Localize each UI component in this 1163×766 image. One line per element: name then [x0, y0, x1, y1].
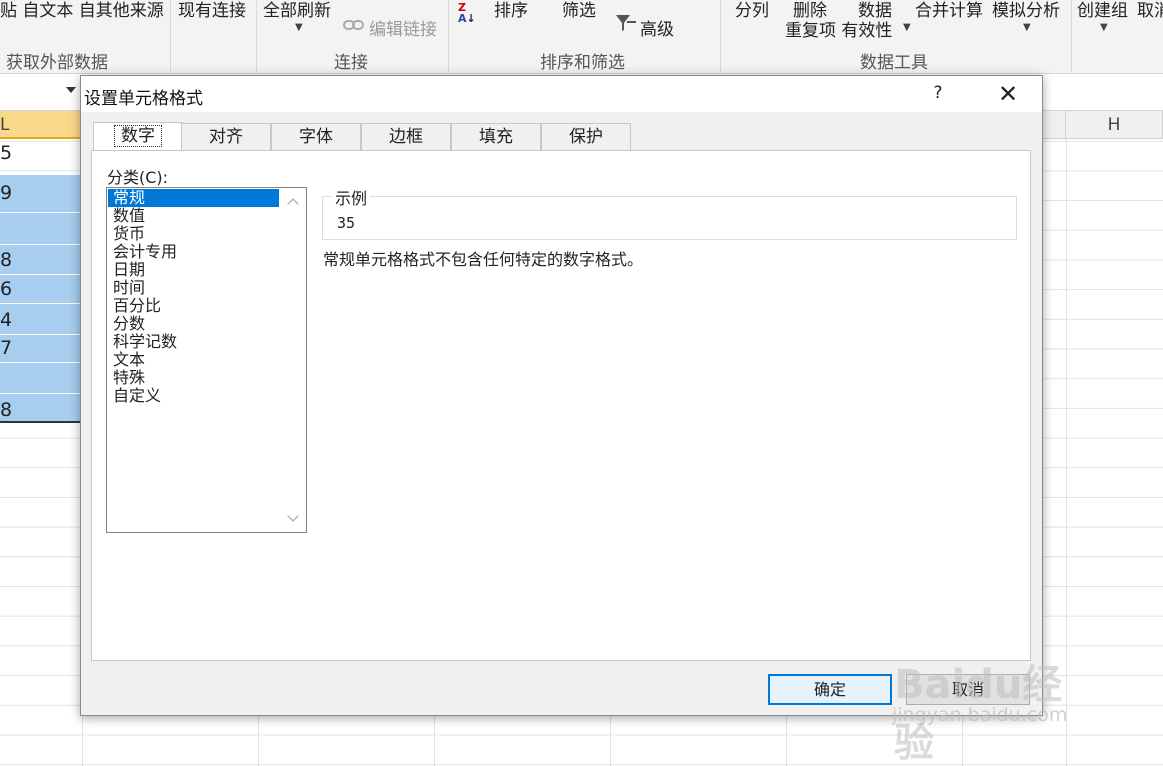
category-item-custom[interactable]: 自定义 — [108, 387, 279, 405]
category-description: 常规单元格格式不包含任何特定的数字格式。 — [323, 250, 644, 269]
grid-line — [962, 716, 963, 766]
column-header-h[interactable]: H — [1066, 111, 1163, 139]
category-item-general[interactable]: 常规 — [108, 189, 279, 207]
group-label: 连接 — [334, 53, 368, 73]
ok-button[interactable]: 确定 — [768, 674, 892, 705]
category-item-currency[interactable]: 货币 — [108, 225, 279, 243]
category-item-fraction[interactable]: 分数 — [108, 315, 279, 333]
ribbon-filter[interactable]: 筛选 — [562, 0, 596, 21]
ribbon-group[interactable]: 创建组 — [1077, 0, 1128, 21]
column-header-selected[interactable]: L — [0, 111, 82, 139]
grid-line — [434, 716, 435, 766]
close-button[interactable]: ✕ — [991, 80, 1025, 108]
ribbon-separator — [448, 0, 449, 72]
ribbon-refresh-all[interactable]: 全部刷新 — [263, 0, 331, 21]
sample-label: 示例 — [332, 185, 371, 209]
cell[interactable]: 5 — [0, 142, 80, 174]
category-item-scientific[interactable]: 科学记数 — [108, 333, 279, 351]
cell-selected[interactable] — [0, 363, 80, 393]
number-tab-panel: 分类(C): 常规 数值 货币 会计专用 日期 时间 百分比 分数 科学记数 文… — [91, 150, 1031, 661]
tab-border[interactable]: 边框 — [361, 123, 451, 150]
chevron-down-icon[interactable]: ▼ — [1023, 22, 1031, 33]
ribbon-sort[interactable]: 排序 — [494, 0, 528, 21]
chevron-down-icon[interactable]: ▼ — [1100, 22, 1108, 33]
ribbon-advanced[interactable]: 高级 — [640, 15, 674, 40]
help-button[interactable]: ? — [925, 83, 951, 105]
namebox-dropdown-icon[interactable] — [66, 87, 76, 93]
cell-selected[interactable]: 9 — [0, 175, 80, 212]
category-item-percentage[interactable]: 百分比 — [108, 297, 279, 315]
ribbon-consolidate[interactable]: 合并计算 — [915, 0, 983, 21]
tab-font[interactable]: 字体 — [271, 123, 361, 150]
ribbon-ungroup[interactable]: 取消 — [1137, 0, 1163, 21]
category-list[interactable]: 常规 数值 货币 会计专用 日期 时间 百分比 分数 科学记数 文本 特殊 自定… — [106, 187, 307, 533]
cell-selected[interactable]: 7 — [0, 335, 80, 362]
format-cells-dialog: 设置单元格格式 ? ✕ 数字 对齐 字体 边框 填充 保护 分类(C): 常规 … — [80, 75, 1043, 716]
category-label: 分类(C): — [107, 168, 169, 187]
grid-line — [1066, 139, 1067, 766]
scroll-up-icon[interactable] — [287, 198, 299, 210]
group-label: 排序和筛选 — [540, 53, 625, 73]
tab-alignment[interactable]: 对齐 — [181, 123, 271, 150]
ribbon-edit-links[interactable]: 编辑链接 — [369, 15, 437, 40]
cell-selected[interactable]: 8 — [0, 245, 80, 274]
sample-box — [322, 196, 1017, 240]
ribbon-text-to-columns[interactable]: 分列 — [735, 0, 769, 21]
dialog-titlebar[interactable]: 设置单元格格式 ? ✕ — [81, 76, 1042, 112]
cell-selected[interactable]: 8 — [0, 394, 80, 421]
ribbon: 贴 自文本 自其他来源 现有连接 全部刷新 ▼ 编辑链接 Z A↓ 排序 筛选 高… — [0, 0, 1163, 74]
tab-number[interactable]: 数字 — [93, 122, 183, 151]
grid-line — [786, 716, 787, 766]
ribbon-what-if[interactable]: 模拟分析 — [992, 0, 1060, 21]
ribbon-duplicates-validation[interactable]: 重复项 有效性 — [785, 16, 892, 41]
cell-selected[interactable] — [0, 213, 80, 244]
selection-border — [0, 421, 80, 423]
group-label: 数据工具 — [860, 53, 928, 73]
category-scrollbar[interactable] — [280, 188, 306, 532]
ribbon-separator — [170, 0, 171, 72]
sort-az-icon[interactable]: Z A↓ — [458, 2, 476, 24]
grid-line — [610, 716, 611, 766]
dialog-title: 设置单元格格式 — [84, 89, 203, 109]
chevron-down-icon[interactable]: ▼ — [295, 22, 303, 33]
link-icon — [343, 20, 364, 30]
ribbon-separator — [720, 0, 721, 72]
advanced-filter-icon — [616, 15, 636, 31]
chevron-down-icon[interactable]: ▼ — [903, 22, 911, 33]
category-item-date[interactable]: 日期 — [108, 261, 279, 279]
column-header[interactable] — [1042, 111, 1066, 139]
grid-line — [258, 716, 259, 766]
scroll-down-icon[interactable] — [287, 510, 299, 522]
ribbon-separator — [256, 0, 257, 72]
category-item-number[interactable]: 数值 — [108, 207, 279, 225]
cell-selected[interactable]: 6 — [0, 275, 80, 303]
ribbon-existing-connections[interactable]: 现有连接 — [178, 0, 246, 21]
cell-selected[interactable]: 4 — [0, 304, 80, 334]
category-item-accounting[interactable]: 会计专用 — [108, 243, 279, 261]
sample-value: 35 — [337, 214, 356, 232]
ribbon-separator — [1071, 0, 1072, 72]
cancel-button[interactable]: 取消 — [906, 674, 1030, 705]
tab-protection[interactable]: 保护 — [541, 123, 631, 150]
category-item-special[interactable]: 特殊 — [108, 369, 279, 387]
tab-fill[interactable]: 填充 — [451, 123, 541, 150]
ribbon-get-external-data[interactable]: 贴 自文本 自其他来源 — [0, 0, 164, 21]
category-item-time[interactable]: 时间 — [108, 279, 279, 297]
group-label: 获取外部数据 — [6, 53, 108, 73]
category-item-text[interactable]: 文本 — [108, 351, 279, 369]
